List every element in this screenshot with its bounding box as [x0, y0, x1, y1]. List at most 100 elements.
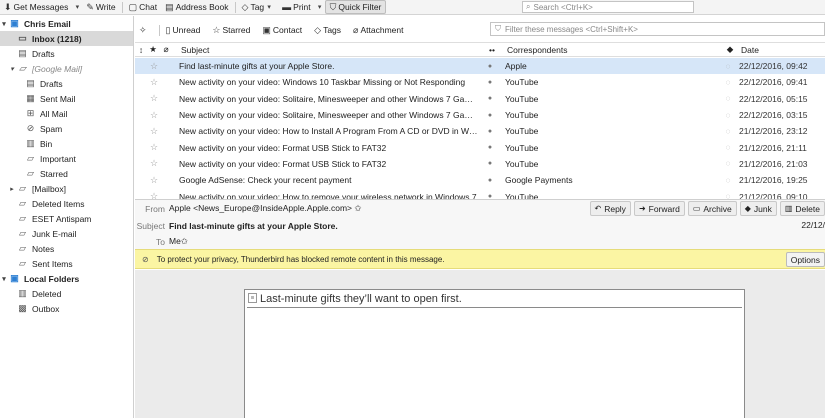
- message-row[interactable]: ☆ New activity on your video: Solitaire, …: [135, 91, 825, 107]
- contact-filter-button[interactable]: ▣ Contact: [258, 23, 306, 37]
- star-toggle-icon[interactable]: ☆: [135, 191, 171, 199]
- starred-filter-button[interactable]: ☆ Starred: [208, 23, 254, 37]
- forward-button[interactable]: ➜ Forward: [633, 201, 685, 216]
- folder-item[interactable]: ▥ Bin: [0, 136, 133, 151]
- folder-item[interactable]: ▸ ▱ [Mailbox]: [0, 181, 133, 196]
- folder-item[interactable]: ▤ Drafts: [0, 46, 133, 61]
- star-toggle-icon[interactable]: ☆: [135, 110, 171, 121]
- star-column-header[interactable]: ★: [147, 44, 159, 55]
- read-status-icon[interactable]: ●: [479, 128, 501, 135]
- tag-button[interactable]: ◇ Tag ▾: [238, 0, 279, 14]
- reply-button[interactable]: ↶ Reply: [589, 201, 631, 216]
- folder-item[interactable]: ▥ Deleted: [0, 286, 133, 301]
- correspondents-column-header[interactable]: Correspondents: [503, 45, 723, 55]
- options-button[interactable]: Options: [785, 252, 825, 267]
- junk-column-header[interactable]: ◆: [723, 44, 737, 55]
- twisty-icon[interactable]: ▸: [8, 185, 16, 193]
- subject-column-header[interactable]: Subject: [173, 45, 481, 55]
- twisty-icon[interactable]: ▾: [0, 275, 8, 283]
- junk-status-icon[interactable]: ◌: [721, 62, 735, 71]
- junk-status-icon[interactable]: ◌: [721, 159, 735, 168]
- folder-item[interactable]: ▱ Sent Items: [0, 256, 133, 271]
- junk-status-icon[interactable]: ◌: [721, 143, 735, 152]
- message-row[interactable]: ☆ New activity on your video: How to remo…: [135, 188, 825, 199]
- folder-item[interactable]: ▱ Important: [0, 151, 133, 166]
- account-local-folders[interactable]: ▾ ▣ Local Folders: [0, 271, 133, 286]
- message-row[interactable]: ☆ New activity on your video: Windows 10 …: [135, 74, 825, 90]
- folder-item[interactable]: ▩ Outbox: [0, 301, 133, 316]
- folder-item[interactable]: ▤ Drafts: [0, 76, 133, 91]
- message-row[interactable]: ☆ Find last-minute gifts at your Apple St…: [135, 58, 825, 75]
- message-row[interactable]: ☆ New activity on your video: How to Inst…: [135, 123, 825, 139]
- folder-item[interactable]: ▱ Notes: [0, 241, 133, 256]
- junk-status-icon[interactable]: ◌: [721, 111, 735, 120]
- star-toggle-icon[interactable]: ☆: [135, 175, 171, 186]
- attachment-column-header[interactable]: ⌀: [159, 44, 173, 55]
- print-dropdown[interactable]: ▾: [315, 3, 325, 11]
- read-status-icon[interactable]: ●: [479, 144, 501, 151]
- junk-status-icon[interactable]: ◌: [721, 192, 735, 199]
- read-status-icon[interactable]: ●: [479, 160, 501, 167]
- chat-button[interactable]: ▢ Chat: [125, 0, 161, 14]
- star-toggle-icon[interactable]: ☆: [135, 93, 171, 104]
- read-status-icon[interactable]: ●: [479, 95, 501, 102]
- date-column-header[interactable]: Date: [737, 45, 825, 55]
- tags-filter-button[interactable]: ◇ Tags: [310, 23, 345, 37]
- account-icon: ▣: [10, 273, 19, 283]
- folder-item[interactable]: ▭ Inbox (1218): [0, 31, 133, 46]
- star-toggle-icon[interactable]: ☆: [135, 158, 171, 169]
- address-book-button[interactable]: ▤ Address Book: [161, 0, 232, 14]
- folder-item[interactable]: ▾ ▱ [Google Mail]: [0, 61, 133, 76]
- star-toggle-icon[interactable]: ☆: [135, 126, 171, 137]
- read-column-header[interactable]: ••: [481, 45, 503, 55]
- junk-status-icon[interactable]: ◌: [721, 176, 735, 185]
- search-input[interactable]: ⌕ Search <Ctrl+K>: [522, 1, 694, 13]
- delete-button[interactable]: ▥ Delete: [779, 201, 825, 216]
- message-row[interactable]: ☆ New activity on your video: Format USB …: [135, 139, 825, 155]
- read-status-icon[interactable]: ●: [479, 79, 501, 86]
- folder-item[interactable]: ▱ ESET Antispam: [0, 211, 133, 226]
- folder-item[interactable]: ▱ Junk E-mail: [0, 226, 133, 241]
- attachment-filter-button[interactable]: ⌀ Attachment: [349, 23, 407, 37]
- get-messages-button[interactable]: ⬇ Get Messages: [0, 0, 72, 14]
- read-status-icon[interactable]: ●: [479, 112, 501, 119]
- star-toggle-icon[interactable]: ☆: [135, 61, 171, 72]
- message-row[interactable]: ☆ New activity on your video: Format USB …: [135, 156, 825, 172]
- message-row[interactable]: ☆ New activity on your video: Solitaire, …: [135, 107, 825, 123]
- allmail-icon: ⊞: [26, 108, 35, 118]
- twisty-icon[interactable]: ▾: [8, 65, 16, 73]
- folder-label: [Google Mail]: [32, 63, 83, 74]
- subject-label: Subject: [136, 220, 165, 231]
- remote-content-notice-text: To protect your privacy, Thunderbird has…: [156, 254, 445, 264]
- folder-item[interactable]: ▦ Sent Mail: [0, 91, 133, 106]
- write-button[interactable]: ✎ Write: [82, 0, 119, 14]
- read-status-icon[interactable]: ●: [479, 63, 501, 70]
- folder-item[interactable]: ⊞ All Mail: [0, 106, 133, 121]
- junk-status-icon[interactable]: ◌: [721, 94, 735, 103]
- unread-filter-button[interactable]: ▯ Unread: [162, 23, 205, 37]
- quick-filter-button[interactable]: ⛉ Quick Filter: [324, 0, 387, 14]
- read-status-icon[interactable]: ●: [479, 177, 501, 184]
- folder-item[interactable]: ▱ Starred: [0, 166, 133, 181]
- get-messages-dropdown[interactable]: ▾: [72, 3, 82, 11]
- junk-status-icon[interactable]: ◌: [721, 127, 735, 136]
- filter-messages-input[interactable]: ⛉ Filter these messages <Ctrl+Shift+K>: [490, 22, 825, 36]
- folder-item[interactable]: ▱ Deleted Items: [0, 196, 133, 211]
- folder-icon: ▱: [27, 153, 34, 163]
- message-row[interactable]: ☆ Google AdSense: Check your recent payme…: [135, 172, 825, 188]
- star-toggle-icon[interactable]: ☆: [135, 142, 171, 153]
- star-toggle-icon[interactable]: ☆: [135, 77, 171, 88]
- junk-button[interactable]: ◆ Junk: [739, 201, 777, 216]
- folder-item[interactable]: ⊘ Spam: [0, 121, 133, 136]
- to-value[interactable]: Me✩: [169, 236, 188, 247]
- thread-column-header[interactable]: ↕: [135, 45, 147, 55]
- from-value[interactable]: Apple <News_Europe@InsideApple.Apple.com…: [169, 203, 361, 214]
- pin-button[interactable]: ✧: [135, 23, 153, 37]
- junk-icon: ◆: [744, 204, 751, 213]
- from-line: From Apple <News_Europe@InsideApple.Appl…: [135, 202, 361, 215]
- account-chris-email[interactable]: ▾ ▣ Chris Email: [0, 16, 133, 31]
- junk-status-icon[interactable]: ◌: [721, 78, 735, 87]
- archive-button[interactable]: ▭ Archive: [687, 201, 737, 216]
- twisty-icon[interactable]: ▾: [0, 20, 8, 28]
- print-button[interactable]: ▬ Print: [278, 0, 314, 14]
